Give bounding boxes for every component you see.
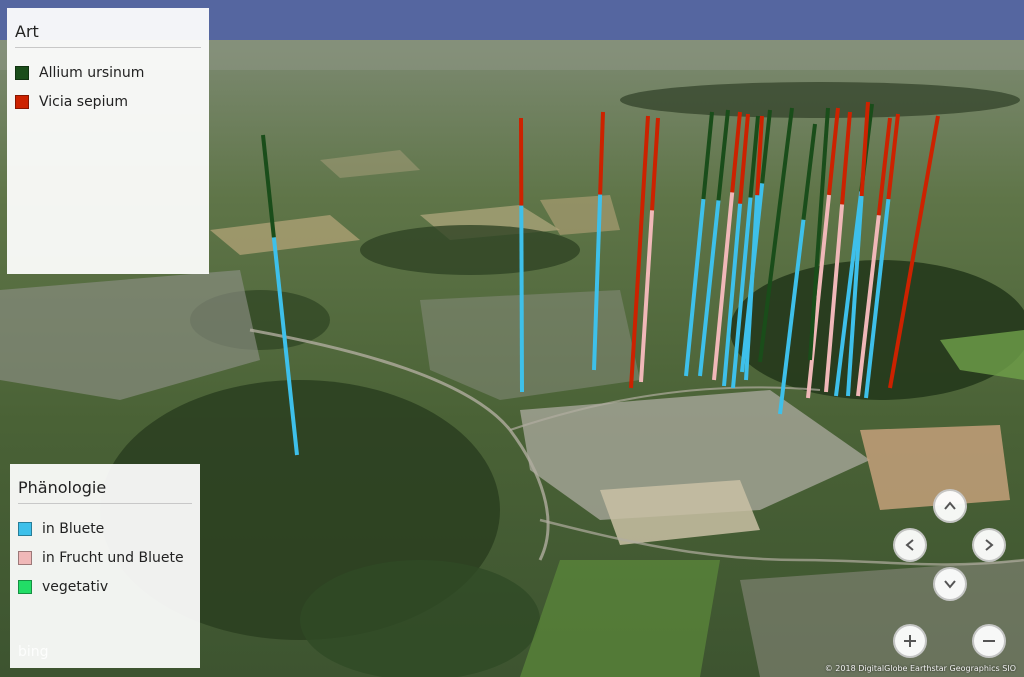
pan-left-button[interactable] bbox=[893, 528, 927, 562]
forest bbox=[620, 82, 1020, 118]
chevron-left-icon bbox=[905, 539, 914, 551]
legend-art: Art Allium ursinum Vicia sepium bbox=[7, 8, 209, 274]
legend-swatch bbox=[18, 521, 32, 536]
bing-logo: bing bbox=[18, 644, 49, 660]
legend-item-vicia[interactable]: Vicia sepium bbox=[15, 87, 201, 116]
zoom-out-button[interactable] bbox=[972, 624, 1006, 658]
legend-item-label: Allium ursinum bbox=[39, 64, 145, 81]
forest bbox=[730, 260, 1024, 400]
legend-swatch bbox=[15, 94, 29, 109]
minus-icon bbox=[983, 640, 995, 642]
pole-phenology-segment[interactable] bbox=[519, 205, 524, 393]
legend-phenology: Phänologie in Bluete in Frucht und Bluet… bbox=[10, 464, 200, 668]
legend-item-label: Vicia sepium bbox=[39, 93, 128, 110]
copyright-attribution: © 2018 DigitalGlobe Earthstar Geographic… bbox=[824, 664, 1016, 673]
forest bbox=[300, 560, 540, 677]
pan-right-button[interactable] bbox=[972, 528, 1006, 562]
chevron-up-icon bbox=[944, 501, 956, 510]
legend-swatch bbox=[18, 579, 32, 594]
legend-item-frucht-bluete[interactable]: in Frucht und Bluete bbox=[18, 543, 192, 572]
legend-art-title: Art bbox=[15, 22, 201, 48]
chevron-right-icon bbox=[985, 539, 994, 551]
forest bbox=[360, 225, 580, 275]
legend-item-label: in Frucht und Bluete bbox=[42, 549, 184, 566]
legend-item-bluete[interactable]: in Bluete bbox=[18, 514, 192, 543]
chevron-down-icon bbox=[944, 580, 956, 589]
urban-area bbox=[740, 560, 1024, 677]
legend-phenology-title: Phänologie bbox=[18, 478, 192, 504]
legend-item-allium[interactable]: Allium ursinum bbox=[15, 58, 201, 87]
legend-item-label: vegetativ bbox=[42, 578, 109, 595]
legend-swatch bbox=[15, 65, 29, 80]
zoom-in-button[interactable] bbox=[893, 624, 927, 658]
pan-down-button[interactable] bbox=[933, 567, 967, 601]
legend-item-vegetativ[interactable]: vegetativ bbox=[18, 572, 192, 601]
plus-icon bbox=[904, 635, 916, 647]
bing-logo-text: bing bbox=[18, 644, 49, 660]
pan-up-button[interactable] bbox=[933, 489, 967, 523]
legend-swatch bbox=[18, 550, 32, 565]
legend-item-label: in Bluete bbox=[42, 520, 105, 537]
